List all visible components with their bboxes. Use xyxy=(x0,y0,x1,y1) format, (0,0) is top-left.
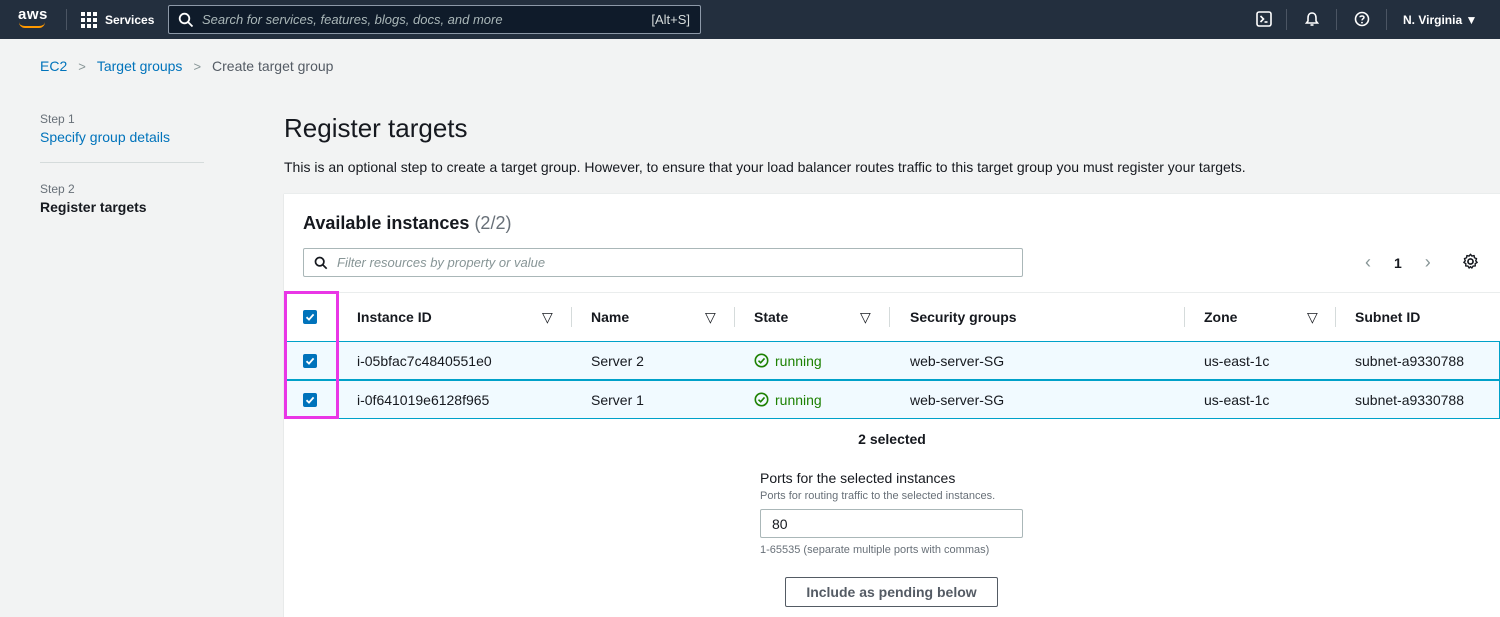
column-divider xyxy=(1184,307,1185,327)
cell-state: running xyxy=(754,381,822,418)
step-number: Step 2 xyxy=(40,182,75,196)
top-nav-bar: aws Services Search for services, featur… xyxy=(0,0,1500,39)
sort-down-icon[interactable]: ▽ xyxy=(705,293,716,341)
nav-divider xyxy=(66,9,67,30)
region-label: N. Virginia ▼ xyxy=(1403,12,1478,27)
breadcrumb: EC2 > Target groups > Create target grou… xyxy=(40,58,333,74)
cloudshell-icon[interactable] xyxy=(1254,9,1274,29)
chevron-right-icon[interactable]: › xyxy=(1420,252,1436,273)
pagination: ‹ 1 › xyxy=(1360,252,1436,273)
column-header-instance-id[interactable]: Instance ID xyxy=(357,293,432,341)
column-divider xyxy=(571,307,572,327)
ports-value: 80 xyxy=(772,515,788,532)
chevron-left-icon[interactable]: ‹ xyxy=(1360,252,1376,273)
search-shortcut: [Alt+S] xyxy=(651,12,690,27)
search-placeholder: Search for services, features, blogs, do… xyxy=(202,12,503,27)
breadcrumb-ec2[interactable]: EC2 xyxy=(40,58,67,74)
column-header-zone[interactable]: Zone xyxy=(1204,293,1237,341)
filter-input[interactable]: Filter resources by property or value xyxy=(303,248,1023,277)
bell-icon[interactable] xyxy=(1302,9,1322,29)
aws-logo[interactable]: aws xyxy=(18,6,48,28)
column-label: Name xyxy=(591,309,630,325)
cell-subnet-id: subnet-a9330788 xyxy=(1355,391,1464,408)
ports-hint: 1-65535 (separate multiple ports with co… xyxy=(760,544,990,556)
cell-instance-id: i-0f641019e6128f965 xyxy=(357,391,490,408)
column-header-state[interactable]: State xyxy=(754,293,788,341)
column-label: Subnet ID xyxy=(1355,309,1421,325)
ports-description: Ports for routing traffic to the selecte… xyxy=(760,490,996,502)
wizard-step-2: Step 2 Register targets xyxy=(40,182,147,215)
page-description: This is an optional step to create a tar… xyxy=(284,159,1246,175)
column-label: Instance ID xyxy=(357,309,432,325)
panel-title: Available instances (2/2) xyxy=(303,213,511,234)
column-divider xyxy=(889,307,890,327)
services-menu-button[interactable]: Services xyxy=(81,0,154,39)
region-selector[interactable]: N. Virginia ▼ xyxy=(1403,0,1477,39)
nav-divider xyxy=(1336,9,1337,30)
page-number[interactable]: 1 xyxy=(1394,255,1402,271)
cell-zone: us-east-1c xyxy=(1204,391,1270,408)
instance-count: (2/2) xyxy=(474,213,512,233)
table-header: Instance ID ▽ Name ▽ State ▽ Security gr… xyxy=(284,292,1500,341)
chevron-right-icon: > xyxy=(78,58,86,74)
available-instances-panel: Available instances (2/2) Filter resourc… xyxy=(284,193,1500,617)
include-as-pending-button[interactable]: Include as pending below xyxy=(785,577,998,607)
selected-count: 2 selected xyxy=(858,431,926,447)
sort-down-icon[interactable]: ▽ xyxy=(542,293,553,341)
aws-smile-icon xyxy=(19,22,45,28)
cell-name: Server 2 xyxy=(591,352,644,369)
column-label: Zone xyxy=(1204,309,1238,325)
search-icon xyxy=(178,12,194,27)
column-header-security-groups[interactable]: Security groups xyxy=(910,293,1017,341)
panel-title-text: Available instances xyxy=(303,213,470,233)
nav-divider xyxy=(1286,9,1287,30)
global-search-input[interactable]: Search for services, features, blogs, do… xyxy=(168,5,701,34)
step-current-register-targets: Register targets xyxy=(40,199,147,215)
cell-subnet-id: subnet-a9330788 xyxy=(1355,352,1464,369)
column-header-subnet-id[interactable]: Subnet ID xyxy=(1355,293,1420,341)
column-label: State xyxy=(754,309,789,325)
cell-zone: us-east-1c xyxy=(1204,352,1270,369)
cell-instance-id: i-05bfac7c4840551e0 xyxy=(357,352,492,369)
wizard-step-1: Step 1 Specify group details xyxy=(40,112,170,145)
table-row[interactable]: i-0f641019e6128f965 Server 1 running web… xyxy=(284,380,1500,419)
aws-logo-text: aws xyxy=(18,6,48,23)
cell-state: running xyxy=(754,342,822,379)
step-number: Step 1 xyxy=(40,112,75,126)
step-link-specify-group-details[interactable]: Specify group details xyxy=(40,129,170,145)
chevron-right-icon: > xyxy=(193,58,202,74)
check-circle-icon xyxy=(754,392,769,407)
state-label: running xyxy=(775,391,822,408)
column-header-name[interactable]: Name xyxy=(591,293,629,341)
sort-down-icon[interactable]: ▽ xyxy=(860,293,871,341)
cell-security-group: web-server-SG xyxy=(910,391,1005,408)
cell-security-group: web-server-SG xyxy=(910,352,1005,369)
page-title: Register targets xyxy=(284,113,468,143)
filter-placeholder: Filter resources by property or value xyxy=(337,255,546,270)
column-divider xyxy=(1335,307,1336,327)
ports-label: Ports for the selected instances xyxy=(760,470,956,486)
table-row[interactable]: i-05bfac7c4840551e0 Server 2 running web… xyxy=(284,341,1500,380)
gear-icon[interactable] xyxy=(1462,253,1479,270)
services-label: Services xyxy=(105,12,155,27)
grid-icon xyxy=(81,11,97,28)
column-label: Security groups xyxy=(910,309,1017,325)
help-icon[interactable] xyxy=(1352,9,1372,29)
breadcrumb-current: Create target group xyxy=(212,58,334,74)
ports-input[interactable]: 80 xyxy=(760,509,1023,538)
check-circle-icon xyxy=(754,353,769,368)
search-icon xyxy=(314,256,328,269)
step-divider xyxy=(40,162,204,163)
cell-name: Server 1 xyxy=(591,391,644,408)
nav-divider xyxy=(1386,9,1387,30)
sort-down-icon[interactable]: ▽ xyxy=(1307,293,1318,341)
column-divider xyxy=(734,307,735,327)
breadcrumb-target-groups[interactable]: Target groups xyxy=(97,58,183,74)
checkbox-column-highlight xyxy=(284,291,339,419)
state-label: running xyxy=(775,352,822,369)
